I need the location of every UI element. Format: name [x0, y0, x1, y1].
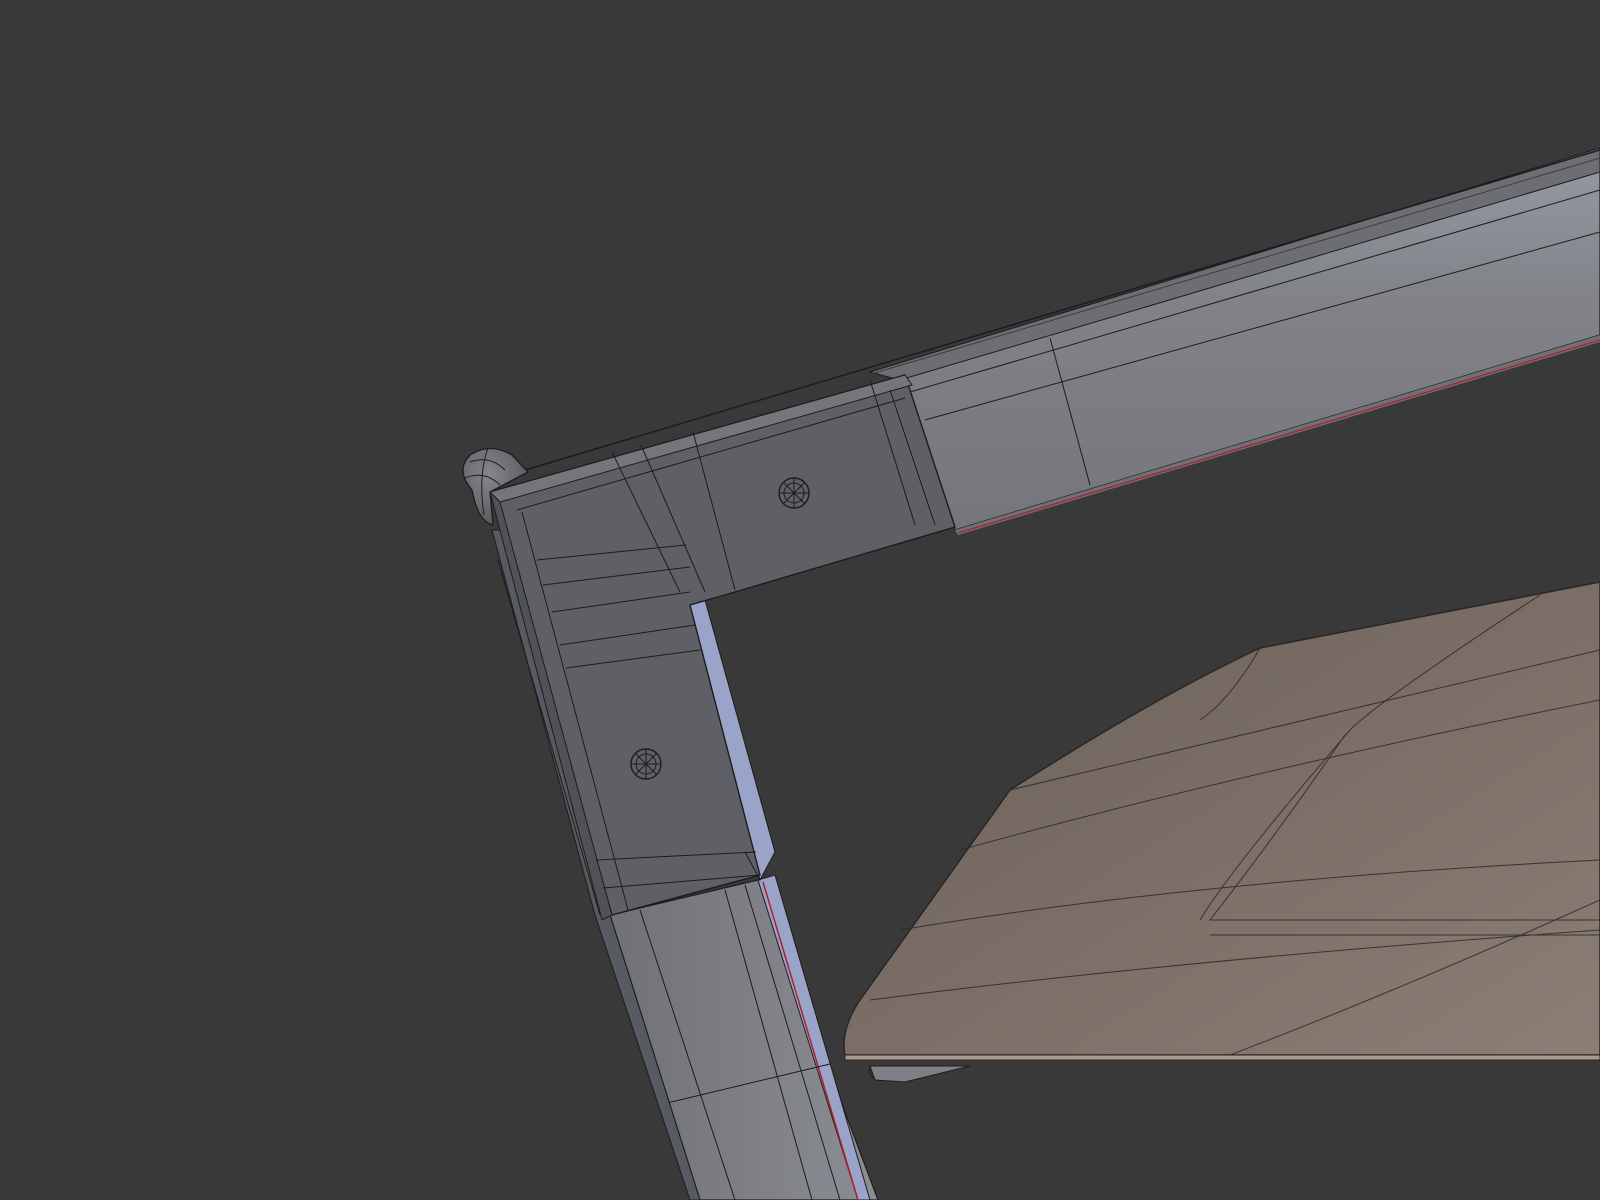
fabric-panel[interactable] [843, 581, 1600, 1061]
screw-icon [778, 477, 810, 509]
screw-icon [630, 748, 662, 780]
fabric-clip [869, 1065, 971, 1083]
3d-viewport[interactable] [0, 0, 1600, 1200]
scene-render[interactable] [0, 0, 1600, 1200]
frame-corner-bracket[interactable] [489, 374, 956, 921]
